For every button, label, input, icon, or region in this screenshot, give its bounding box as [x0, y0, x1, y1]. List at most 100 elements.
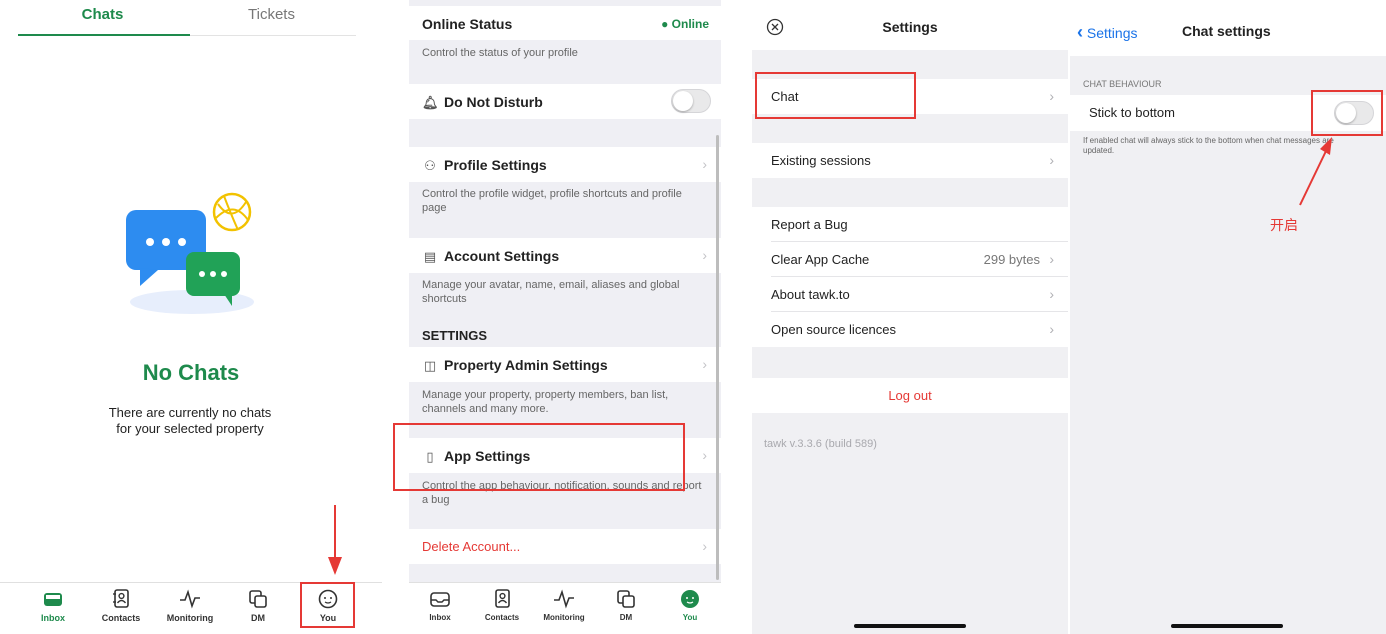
licences-label: Open source licences	[771, 322, 897, 337]
cache-size-value: 299 bytes	[983, 252, 1040, 267]
delete-account-row[interactable]: Delete Account... ›	[409, 529, 721, 564]
chevron-right-icon: ›	[702, 356, 707, 372]
nav-you-label: You	[682, 613, 698, 622]
nav-contacts-label: Contacts	[101, 613, 141, 623]
home-indicator	[854, 624, 966, 628]
back-label: Settings	[1086, 25, 1138, 41]
chevron-right-icon: ›	[1049, 251, 1054, 267]
contacts-icon	[495, 589, 510, 608]
profile-settings-row[interactable]: ⚇ Profile Settings ›	[409, 147, 721, 182]
annotation-label: 开启	[1270, 217, 1298, 233]
dm-icon	[617, 590, 635, 608]
chevron-right-icon: ›	[702, 447, 707, 463]
existing-sessions-row[interactable]: Existing sessions ›	[752, 143, 1068, 178]
do-not-disturb-row: 🔔︎ Do Not Disturb	[409, 84, 721, 119]
nav-monitoring[interactable]: Monitoring	[157, 589, 223, 623]
empty-state-title: No Chats	[142, 360, 240, 385]
nav-contacts[interactable]: Contacts	[471, 589, 533, 622]
inbox-icon	[430, 592, 450, 607]
nav-inbox-label: Inbox	[41, 613, 65, 623]
bottom-navigation: Inbox Contacts Monitoring DM You	[409, 582, 721, 634]
nav-inbox[interactable]: Inbox	[409, 589, 471, 622]
nav-contacts-label: Contacts	[484, 613, 520, 622]
sessions-label: Existing sessions	[771, 153, 871, 168]
profile-settings-desc: Control the profile widget, profile shor…	[422, 188, 682, 214]
logout-button[interactable]: Log out	[752, 378, 1068, 413]
nav-dm[interactable]: DM	[595, 589, 657, 622]
about-row[interactable]: About tawk.to ›	[752, 277, 1068, 312]
chevron-left-icon: ‹	[1077, 22, 1083, 42]
profile-settings-label: ⚇ Profile Settings	[422, 157, 547, 174]
highlight-box	[755, 72, 916, 119]
property-admin-desc: Manage your property, property members, …	[422, 389, 669, 415]
version-text: tawk v.3.3.6 (build 589)	[764, 438, 877, 450]
avatar-icon	[681, 590, 699, 608]
empty-state-text: There are currently no chats for your se…	[108, 405, 272, 436]
stick-to-bottom-label: Stick to bottom	[1089, 105, 1175, 120]
profile-menu-screen: Online Status ● Online Control the statu…	[409, 0, 721, 634]
licences-row[interactable]: Open source licences ›	[752, 312, 1068, 347]
highlight-box	[1311, 90, 1383, 136]
nav-inbox[interactable]: Inbox	[20, 589, 86, 623]
account-settings-desc: Manage your avatar, name, email, aliases…	[422, 279, 680, 305]
highlight-box	[300, 582, 355, 628]
nav-dm-label: DM	[251, 613, 265, 623]
settings-header: Settings	[752, 6, 1068, 50]
back-button[interactable]: ‹ Settings	[1077, 22, 1137, 43]
chat-settings-title: Chat settings	[1182, 23, 1271, 39]
settings-section-header: SETTINGS	[422, 328, 488, 343]
id-card-icon: ▤	[423, 249, 437, 264]
chevron-right-icon: ›	[1049, 286, 1054, 302]
chats-screen: Chats Tickets No Chats There are current…	[0, 0, 382, 634]
dnd-title: Do Not Disturb	[444, 94, 543, 110]
profile-settings-title: Profile Settings	[444, 157, 547, 173]
chat-settings-header: ‹ Settings Chat settings	[1070, 6, 1386, 56]
annotation-arrow-icon	[1299, 137, 1332, 206]
tab-bar: Chats Tickets	[18, 0, 356, 36]
account-settings-title: Account Settings	[444, 248, 560, 264]
property-admin-label: ◫ Property Admin Settings	[422, 357, 608, 374]
highlight-box	[393, 423, 685, 491]
online-status-row[interactable]: Online Status ● Online	[409, 6, 721, 40]
chat-bubbles-illustration	[126, 192, 254, 314]
scrollbar[interactable]	[716, 135, 719, 580]
person-gear-icon: ⚇	[424, 158, 436, 173]
nav-dm[interactable]: DM	[225, 589, 291, 623]
nav-monitoring[interactable]: Monitoring	[533, 589, 595, 622]
annotation-arrow-icon	[328, 505, 342, 575]
dnd-toggle[interactable]	[671, 89, 711, 113]
online-status-text: Online	[671, 17, 709, 31]
delete-account-label: Delete Account...	[422, 539, 521, 554]
chevron-right-icon: ›	[1049, 88, 1054, 104]
chevron-right-icon: ›	[702, 247, 707, 263]
online-status-desc: Control the status of your profile	[422, 47, 578, 59]
tab-tickets[interactable]: Tickets	[187, 6, 356, 23]
inbox-icon	[44, 593, 62, 606]
chevron-right-icon: ›	[702, 538, 707, 554]
chat-behaviour-header: CHAT BEHAVIOUR	[1083, 79, 1162, 89]
chevron-right-icon: ›	[1049, 152, 1054, 168]
home-indicator	[1171, 624, 1283, 628]
nav-monitoring-label: Monitoring	[166, 613, 214, 623]
nav-contacts[interactable]: Contacts	[88, 589, 154, 623]
contacts-icon	[113, 589, 129, 608]
pulse-icon	[180, 589, 200, 609]
chevron-right-icon: ›	[702, 156, 707, 172]
clear-cache-row[interactable]: Clear App Cache 299 bytes ›	[752, 242, 1068, 277]
dnd-label: 🔔︎ Do Not Disturb	[422, 94, 543, 111]
property-admin-title: Property Admin Settings	[444, 357, 608, 373]
account-settings-label: ▤ Account Settings	[422, 248, 559, 265]
report-bug-row[interactable]: Report a Bug	[752, 207, 1068, 242]
nav-you[interactable]: You	[659, 589, 721, 622]
nav-inbox-label: Inbox	[429, 613, 451, 622]
clear-cache-label: Clear App Cache	[771, 252, 870, 267]
account-settings-row[interactable]: ▤ Account Settings ›	[409, 238, 721, 273]
tab-chats[interactable]: Chats	[18, 6, 187, 23]
active-tab-indicator	[18, 34, 190, 36]
online-status-title: Online Status	[422, 16, 513, 32]
settings-title: Settings	[882, 19, 938, 35]
bell-icon: 🔔︎	[422, 95, 439, 110]
property-admin-row[interactable]: ◫ Property Admin Settings ›	[409, 347, 721, 382]
about-label: About tawk.to	[771, 287, 850, 302]
report-bug-label: Report a Bug	[771, 217, 848, 232]
